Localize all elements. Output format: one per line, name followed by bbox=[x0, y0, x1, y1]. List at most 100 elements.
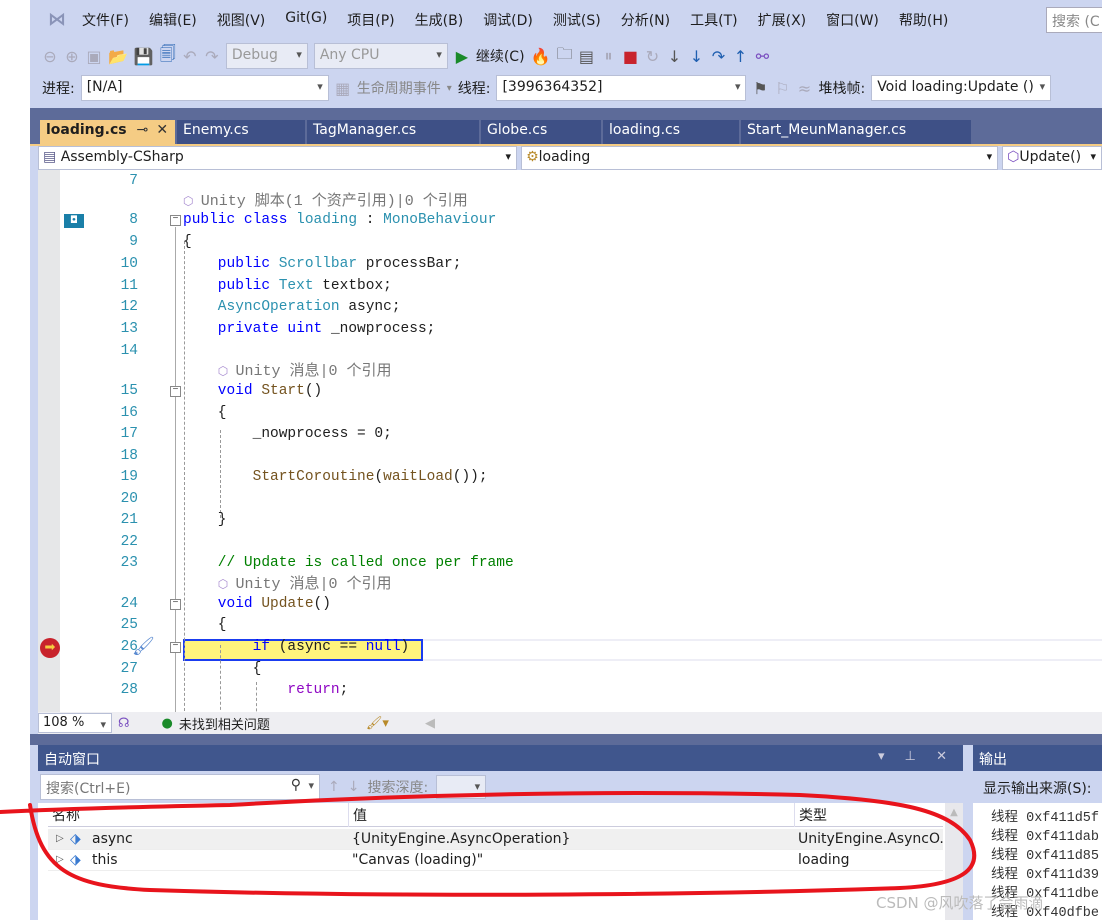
restart-icon[interactable]: ↻ bbox=[644, 47, 660, 66]
column-value[interactable]: 值 bbox=[348, 803, 794, 827]
undo-icon[interactable]: ↶ bbox=[182, 47, 198, 66]
autos-search-input[interactable]: 搜索(Ctrl+E) ⚲ bbox=[40, 774, 320, 800]
code-line: 15 void Start() − bbox=[38, 381, 1102, 402]
line-number: 10 bbox=[120, 256, 138, 272]
save-all-icon[interactable]: 🗐 bbox=[160, 43, 176, 70]
search-input[interactable]: 搜索 (C bbox=[1046, 7, 1102, 33]
window-layout-icon[interactable]: ▤ bbox=[578, 47, 594, 66]
line-number: 14 bbox=[120, 343, 138, 359]
stack-frame-label: 堆栈帧: bbox=[818, 81, 866, 97]
menu-item[interactable]: 项目(P) bbox=[347, 10, 394, 30]
flag-icon[interactable]: ⚑ bbox=[752, 79, 768, 98]
configuration-select[interactable]: Debug bbox=[225, 43, 308, 69]
intellicode-icon[interactable]: ☊ bbox=[118, 716, 130, 731]
code-token: _nowprocess; bbox=[330, 321, 436, 337]
code-cleanup-icon[interactable]: 🖌▾ bbox=[366, 716, 389, 731]
code-token: Start bbox=[261, 383, 305, 399]
project-select[interactable]: ▤ Assembly-CSharp bbox=[38, 146, 518, 170]
redo-icon[interactable]: ↷ bbox=[204, 47, 220, 66]
step-into-icon[interactable]: ↓ bbox=[688, 47, 704, 66]
lifecycle-events-dropdown[interactable]: 生命周期事件 bbox=[357, 78, 441, 98]
search-icon[interactable]: ⚲ bbox=[291, 777, 301, 793]
column-type[interactable]: 类型 bbox=[794, 803, 943, 827]
new-project-icon[interactable]: ▣ bbox=[86, 47, 102, 66]
code-lens[interactable]: ⬡ Unity 消息|0 个引用 bbox=[38, 361, 1102, 382]
menu-item[interactable]: 调试(D) bbox=[483, 10, 533, 30]
thread-select[interactable]: [3996364352] bbox=[496, 75, 747, 101]
variable-value[interactable]: {UnityEngine.AsyncOperation} bbox=[348, 829, 794, 849]
collapse-icon[interactable]: − bbox=[170, 599, 181, 610]
variable-value[interactable]: "Canvas (loading)" bbox=[348, 850, 794, 870]
menu-item[interactable]: 测试(S) bbox=[553, 10, 601, 30]
save-icon[interactable]: 💾 bbox=[134, 47, 154, 66]
process-select[interactable]: [N/A] bbox=[80, 75, 329, 101]
window-controls[interactable]: ▾ ⊥ ✕ bbox=[878, 749, 955, 764]
collapse-icon[interactable]: − bbox=[170, 386, 181, 397]
type-select[interactable]: ⚙loading bbox=[521, 146, 999, 170]
pause-icon[interactable]: ⏸ bbox=[600, 46, 616, 66]
code-line: 9{ bbox=[38, 232, 1102, 253]
forward-icon[interactable]: ⊕ bbox=[64, 47, 80, 66]
autos-row[interactable]: ▷ ⬗ this "Canvas (loading)" loading bbox=[48, 850, 943, 871]
menu-item[interactable]: 编辑(E) bbox=[149, 10, 197, 30]
tab-enemy-cs[interactable]: Enemy.cs bbox=[177, 120, 305, 144]
menu-item[interactable]: 生成(B) bbox=[415, 10, 464, 30]
column-name[interactable]: 名称 bbox=[48, 803, 348, 827]
code-line: 17 _nowprocess = 0; bbox=[38, 424, 1102, 445]
back-icon[interactable]: ⊖ bbox=[42, 47, 58, 66]
find-file-icon[interactable]: 🗀 bbox=[556, 43, 572, 70]
menu-item[interactable]: 文件(F) bbox=[82, 10, 129, 30]
line-number: 12 bbox=[120, 299, 138, 315]
code-lens[interactable]: ⬡ Unity 脚本(1 个资产引用)|0 个引用 bbox=[38, 191, 1102, 212]
project-icon: ▤ bbox=[43, 149, 57, 165]
tab-start_meunmanager-cs[interactable]: Start_MeunManager.cs bbox=[741, 120, 971, 144]
pin-icon[interactable]: ⊸ bbox=[137, 122, 149, 138]
tab-loading-cs[interactable]: loading.cs ⊸ ✕ bbox=[40, 120, 175, 144]
code-token: public bbox=[183, 212, 244, 228]
menu-item[interactable]: 分析(N) bbox=[621, 10, 670, 30]
hot-reload-icon[interactable]: 🔥 bbox=[531, 47, 551, 66]
search-up-icon[interactable]: ↑ bbox=[328, 779, 340, 795]
close-icon[interactable]: ✕ bbox=[156, 122, 168, 138]
autos-row[interactable]: ▷ ⬗ async {UnityEngine.AsyncOperation} Unity… bbox=[48, 829, 943, 850]
flag-threads-icon[interactable]: ⚐ bbox=[774, 79, 790, 98]
tab-tagmanager-cs[interactable]: TagManager.cs bbox=[307, 120, 479, 144]
platform-select[interactable]: Any CPU bbox=[313, 43, 448, 69]
continue-button[interactable]: 继续(C) bbox=[476, 46, 525, 66]
open-folder-icon[interactable]: 📂 bbox=[108, 47, 128, 66]
scroll-left-icon[interactable]: ◀ bbox=[425, 716, 435, 731]
line-number: 15 bbox=[120, 383, 138, 399]
code-lens-text[interactable]: Unity 消息|0 个引用 bbox=[235, 576, 391, 593]
menu-item[interactable]: 窗口(W) bbox=[826, 10, 879, 30]
menu-item[interactable]: Git(G) bbox=[285, 10, 327, 30]
code-line: 26 if (async == null) − bbox=[38, 637, 1102, 658]
code-lens-text[interactable]: Unity 脚本(1 个资产引用)|0 个引用 bbox=[201, 193, 468, 210]
menu-item[interactable]: 视图(V) bbox=[217, 10, 266, 30]
collapse-icon[interactable]: − bbox=[170, 215, 181, 226]
diagnostic-icon[interactable]: ⚯ bbox=[754, 47, 770, 66]
issues-status[interactable]: 未找到相关问题 bbox=[179, 714, 270, 733]
menu-item[interactable]: 扩展(X) bbox=[758, 10, 807, 30]
stack-frame-select[interactable]: Void loading:Update () bbox=[871, 75, 1052, 101]
tab-globe-cs[interactable]: Globe.cs bbox=[481, 120, 601, 144]
member-select[interactable]: ⬡Update() bbox=[1002, 146, 1102, 170]
tab-loading-cs[interactable]: loading.cs bbox=[603, 120, 739, 144]
code-editor[interactable]: 7 ⬡ Unity 脚本(1 个资产引用)|0 个引用 8 public class … bbox=[38, 170, 1102, 712]
quick-action-brush-icon[interactable]: 🖌 bbox=[132, 636, 155, 657]
step-out-icon[interactable]: ↑ bbox=[732, 47, 748, 66]
menu-item[interactable]: 帮助(H) bbox=[899, 10, 948, 30]
stop-icon[interactable]: ■ bbox=[622, 47, 638, 66]
menu-item[interactable]: 工具(T) bbox=[690, 10, 737, 30]
show-next-statement-icon[interactable]: ↓ bbox=[666, 47, 682, 66]
search-depth-select[interactable] bbox=[436, 775, 487, 799]
collapse-icon[interactable]: − bbox=[170, 642, 181, 653]
output-source-label: 显示输出来源(S): bbox=[983, 781, 1092, 797]
step-over-icon[interactable]: ↷ bbox=[710, 47, 726, 66]
search-down-icon[interactable]: ↓ bbox=[348, 779, 360, 795]
show-threads-icon[interactable]: ≈ bbox=[796, 79, 812, 98]
code-line: 24 void Update() − bbox=[38, 594, 1102, 615]
continue-play-icon[interactable]: ▶ bbox=[454, 47, 470, 66]
zoom-select[interactable]: 108 % bbox=[38, 713, 112, 733]
code-lens-text[interactable]: Unity 消息|0 个引用 bbox=[235, 363, 391, 380]
code-lens[interactable]: ⬡ Unity 消息|0 个引用 bbox=[38, 574, 1102, 595]
